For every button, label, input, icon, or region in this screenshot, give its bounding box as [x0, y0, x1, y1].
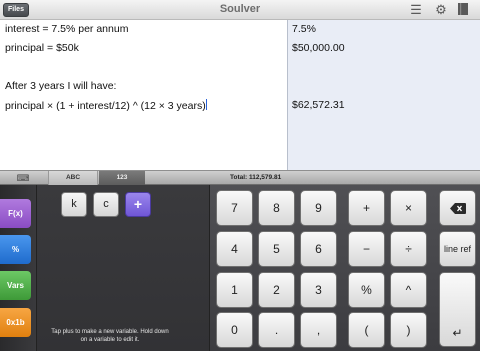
keyboard-icon[interactable]: ⌨ [16, 172, 30, 184]
result-value[interactable]: $50,000.00 [292, 42, 345, 54]
editor-line[interactable]: interest = 7.5% per annum [5, 23, 128, 35]
key-divide[interactable]: ÷ [390, 231, 427, 267]
key-comma[interactable]: , [300, 312, 337, 348]
key-7[interactable]: 7 [216, 190, 253, 226]
key-5[interactable]: 5 [258, 231, 295, 267]
variable-key-c[interactable]: c [93, 192, 119, 217]
key-plus[interactable]: + [348, 190, 385, 226]
key-multiply[interactable]: × [390, 190, 427, 226]
result-value[interactable]: $62,572.31 [292, 99, 345, 111]
gear-icon[interactable]: ⚙ [433, 2, 449, 18]
key-6[interactable]: 6 [300, 231, 337, 267]
tab-123[interactable]: 123 [99, 171, 145, 185]
text-cursor [205, 99, 207, 110]
results-pane: 7.5% $50,000.00 $62,572.31 [287, 20, 480, 170]
line-ref-button[interactable]: line ref [439, 231, 476, 267]
key-decimal[interactable]: . [258, 312, 295, 348]
function-sidebar: F(x) % Vars 0x1b [0, 185, 37, 351]
key-close-paren[interactable]: ) [390, 312, 427, 348]
hex-button[interactable]: 0x1b [0, 308, 31, 337]
keyboard-tab-strip: ⌨ ABC 123 Total: 112,579.81 [0, 170, 480, 185]
add-variable-button[interactable]: + [125, 192, 151, 217]
key-3[interactable]: 3 [300, 272, 337, 308]
title-bar: Files Soulver ☰ ⚙ [0, 0, 480, 20]
variables-hint: Tap plus to make a new variable. Hold do… [51, 329, 169, 343]
key-4[interactable]: 4 [216, 231, 253, 267]
editor-line[interactable]: After 3 years I will have: [5, 80, 116, 92]
backspace-icon [449, 203, 466, 215]
key-percent[interactable]: % [348, 272, 385, 308]
percent-button[interactable]: % [0, 235, 31, 264]
total-label: Total: 112,579.81 [230, 174, 282, 181]
variable-key-k[interactable]: k [61, 192, 87, 217]
keypad: F(x) % Vars 0x1b k c + Tap plus to make … [0, 185, 480, 351]
key-9[interactable]: 9 [300, 190, 337, 226]
key-8[interactable]: 8 [258, 190, 295, 226]
fx-button[interactable]: F(x) [0, 199, 31, 228]
key-power[interactable]: ^ [390, 272, 427, 308]
editor-line-text: principal × (1 + interest/12) ^ (12 × 3 … [5, 100, 206, 112]
book-icon[interactable] [455, 2, 471, 18]
editor-line[interactable]: principal × (1 + interest/12) ^ (12 × 3 … [5, 99, 207, 112]
enter-button[interactable]: ↵ [439, 272, 476, 347]
variables-panel: k c + [37, 185, 209, 351]
number-pad: 7 8 9 + × 4 5 6 − ÷ line ref 1 2 3 % ^ 0… [209, 185, 480, 351]
key-0[interactable]: 0 [216, 312, 253, 348]
editor-line[interactable]: principal = $50k [5, 42, 79, 54]
vars-button[interactable]: Vars [0, 271, 31, 300]
backspace-button[interactable] [439, 190, 476, 226]
key-open-paren[interactable]: ( [348, 312, 385, 348]
key-1[interactable]: 1 [216, 272, 253, 308]
key-2[interactable]: 2 [258, 272, 295, 308]
tab-abc[interactable]: ABC [48, 171, 98, 185]
editor-pane[interactable]: interest = 7.5% per annum principal = $5… [0, 20, 287, 170]
key-minus[interactable]: − [348, 231, 385, 267]
result-value[interactable]: 7.5% [292, 23, 316, 35]
list-icon[interactable]: ☰ [408, 2, 424, 18]
